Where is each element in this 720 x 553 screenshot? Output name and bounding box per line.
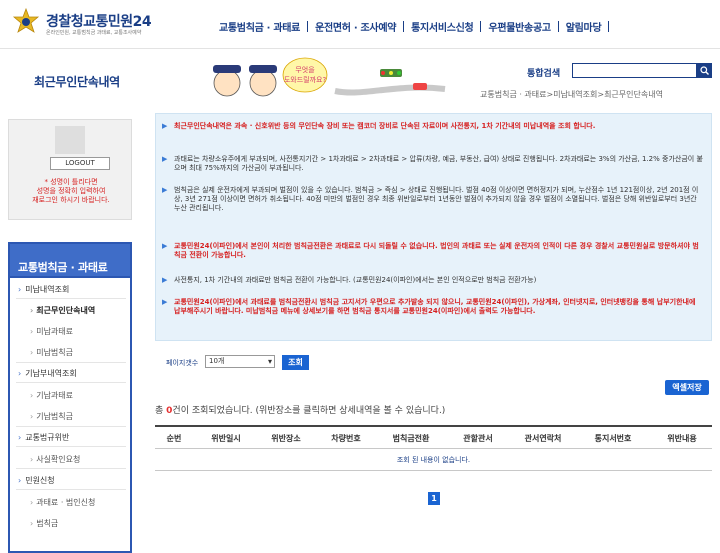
police-emblem-icon [12, 8, 40, 33]
result-count: 총 0건이 조회되었습니다. (위반장소를 클릭하면 상세내역을 볼 수 있습니… [155, 403, 445, 416]
col-header: 통지서번호 [594, 434, 632, 443]
bullet-arrow-icon: ▶ [162, 122, 168, 130]
lnb-item-fact-check[interactable]: 사실확인요청 [10, 454, 130, 465]
login-box: LOGOUT * 성명이 틀리다면 성명을 정확히 입력하여 재로그인 하시기 … [8, 119, 132, 220]
mascot-illustration: 무엇을 도와드릴까요? [213, 57, 446, 97]
login-warning: * 성명이 틀리다면 성명을 정확히 입력하여 재로그인 하시기 바랍니다. [11, 178, 131, 205]
logo-title-service: 교통민원24 [83, 14, 152, 30]
lnb-divider [16, 446, 126, 447]
page-size-label: 페이지갯수 [166, 359, 199, 367]
site-header: 경찰청교통민원24 온라인민원, 교통범칙금 과태료, 교통조사예약 교통범칙금… [0, 0, 720, 48]
page-title: 최근무인단속내역 [34, 75, 120, 89]
gnb-returned-mail[interactable]: 우편물반송공고 [481, 19, 557, 34]
search-button[interactable] [697, 63, 712, 78]
bullet-arrow-icon: ▶ [162, 186, 168, 194]
lnb-item-violation[interactable]: 교통법규위반 [10, 432, 130, 443]
notice-text: 교통민원24(이파인)에서 과태료를 범칙금전환시 범칙금 고지서가 우편으로 … [174, 298, 696, 315]
results-table: 순번 위반일시 위반장소 차량번호 범칙금전환 관할관서 관서연락처 통지서번호… [155, 425, 712, 471]
lnb-divider [16, 468, 126, 469]
col-header: 순번 [166, 434, 182, 443]
lnb-item-recent-enforcement[interactable]: 최근무인단속내역 [10, 305, 130, 316]
notice-item: ▶ 범칙금은 실제 운전자에게 부과되며 벌점이 있을 수 있습니다. 범칙금 … [162, 186, 704, 213]
notice-text: 최근무인단속내역은 과속 · 신호위반 등의 무인단속 장비 또는 캠코더 장비… [174, 122, 596, 130]
mascot-speech-bubble-line2: 도와드릴까요? [284, 75, 327, 84]
notice-item: ▶ 교통민원24(이파인)에서 본인이 처리한 범칙금전환은 과태료로 다시 되… [162, 242, 704, 260]
gnb-license[interactable]: 운전면허 · 조사예약 [308, 19, 403, 34]
lnb-item-petition[interactable]: 민원신청 [10, 475, 130, 486]
pagination-current-page[interactable]: 1 [428, 492, 440, 505]
gnb-announcements[interactable]: 알림마당 [559, 19, 609, 34]
lnb-divider [16, 298, 126, 299]
notice-text: 범칙금은 실제 운전자에게 부과되며 벌점이 있을 수 있습니다. 범칙금 > … [174, 186, 699, 212]
col-header: 관할관서 [463, 434, 493, 443]
notice-item: ▶ 사전통지, 1차 기간내의 과태료만 범칙금 전환이 가능합니다. (교통민… [162, 276, 704, 285]
search-input[interactable] [572, 63, 697, 78]
login-warning-text: * 성명이 틀리다면 성명을 정확히 입력하여 재로그인 하시기 바랍니다. [32, 178, 110, 204]
sub-top-bar: 최근무인단속내역 무엇을 도와드릴까요? 통합검색 교통범칙금 · 과태료>미납… [0, 49, 720, 107]
notice-item: ▶ 최근무인단속내역은 과속 · 신호위반 등의 무인단속 장비 또는 캠코더 … [162, 122, 704, 131]
table-empty-row: 조회 된 내용이 없습니다. [155, 449, 712, 471]
logo-title-police: 경찰청 [46, 14, 84, 30]
lnb-item-paid-penalty[interactable]: 기납과태료 [10, 390, 130, 401]
lnb-divider [16, 362, 126, 363]
lnb-item-unpaid[interactable]: 미납내역조회 [10, 284, 130, 295]
lnb-divider [16, 426, 126, 427]
page-size-select[interactable]: 10개 [205, 355, 275, 368]
notice-text: 과태료는 차량소유주에게 부과되며, 사전통지기간 > 1차과태료 > 2차과태… [174, 155, 703, 172]
lnb-title: 교통범칙금 · 과태료 [8, 242, 132, 278]
left-nav: 미납내역조회 최근무인단속내역 미납과태료 미납범칙금 기납부내역조회 기납과태… [8, 278, 132, 553]
notice-item: ▶ 과태료는 차량소유주에게 부과되며, 사전통지기간 > 1차과태료 > 2차… [162, 155, 704, 173]
lnb-item-penalty-corp[interactable]: 과태료 · 범인신청 [10, 497, 130, 508]
result-suffix: 건이 조회되었습니다. (위반장소를 클릭하면 상세내역을 볼 수 있습니다.) [172, 406, 446, 416]
col-header: 위반내용 [667, 434, 697, 443]
query-button[interactable]: 조회 [282, 355, 309, 370]
notice-item: ▶ 교통민원24(이파인)에서 과태료를 범칙금전환시 범칙금 고지서가 우편으… [162, 298, 704, 316]
col-header: 위반장소 [271, 434, 301, 443]
result-prefix: 총 [155, 406, 167, 416]
search-label: 통합검색 [527, 69, 561, 79]
lnb-item-unpaid-penalty[interactable]: 미납과태료 [10, 326, 130, 337]
lnb-item-fine[interactable]: 범칙금 [10, 518, 130, 529]
bullet-arrow-icon: ▶ [162, 298, 168, 306]
lnb-item-paid-fine[interactable]: 기납범칙금 [10, 411, 130, 422]
mascot-speech-bubble: 무엇을 [295, 65, 315, 74]
lnb-divider [16, 489, 126, 490]
lnb-divider [16, 382, 126, 383]
notice-box: ▶ 최근무인단속내역은 과속 · 신호위반 등의 무인단속 장비 또는 캠코더 … [155, 113, 712, 341]
excel-save-button[interactable]: 엑셀저장 [665, 380, 709, 395]
global-nav: 교통범칙금 · 과태료 운전면허 · 조사예약 통지서비스신청 우편물반송공고 … [212, 18, 610, 34]
breadcrumb: 교통범칙금 · 과태료>미납내역조회>최근무인단속내역 [480, 90, 663, 99]
bullet-arrow-icon: ▶ [162, 242, 168, 250]
lnb-item-unpaid-fine[interactable]: 미납범칙금 [10, 347, 130, 358]
col-header: 범칙금전환 [392, 434, 430, 443]
col-header: 관서연락처 [524, 434, 562, 443]
gnb-separator [608, 20, 610, 32]
avatar [55, 126, 85, 154]
lnb-item-paid[interactable]: 기납부내역조회 [10, 368, 130, 379]
table-header: 순번 위반일시 위반장소 차량번호 범칙금전환 관할관서 관서연락처 통지서번호… [155, 425, 712, 449]
col-header: 차량번호 [331, 434, 361, 443]
notice-text: 사전통지, 1차 기간내의 과태료만 범칙금 전환이 가능합니다. (교통민원2… [174, 276, 537, 284]
gnb-notice-service[interactable]: 통지서비스신청 [404, 19, 480, 34]
logout-button[interactable]: LOGOUT [50, 157, 110, 170]
search-icon [700, 66, 709, 75]
bullet-arrow-icon: ▶ [162, 155, 168, 163]
col-header: 위반일시 [211, 434, 241, 443]
notice-text: 교통민원24(이파인)에서 본인이 처리한 범칙금전환은 과태료로 다시 되돌릴… [174, 242, 699, 259]
site-logo[interactable]: 경찰청교통민원24 온라인민원, 교통범칙금 과태료, 교통조사예약 [12, 8, 192, 38]
gnb-fines[interactable]: 교통범칙금 · 과태료 [212, 19, 307, 34]
bullet-arrow-icon: ▶ [162, 276, 168, 284]
logo-tagline: 온라인민원, 교통범칙금 과태료, 교통조사예약 [46, 30, 142, 36]
